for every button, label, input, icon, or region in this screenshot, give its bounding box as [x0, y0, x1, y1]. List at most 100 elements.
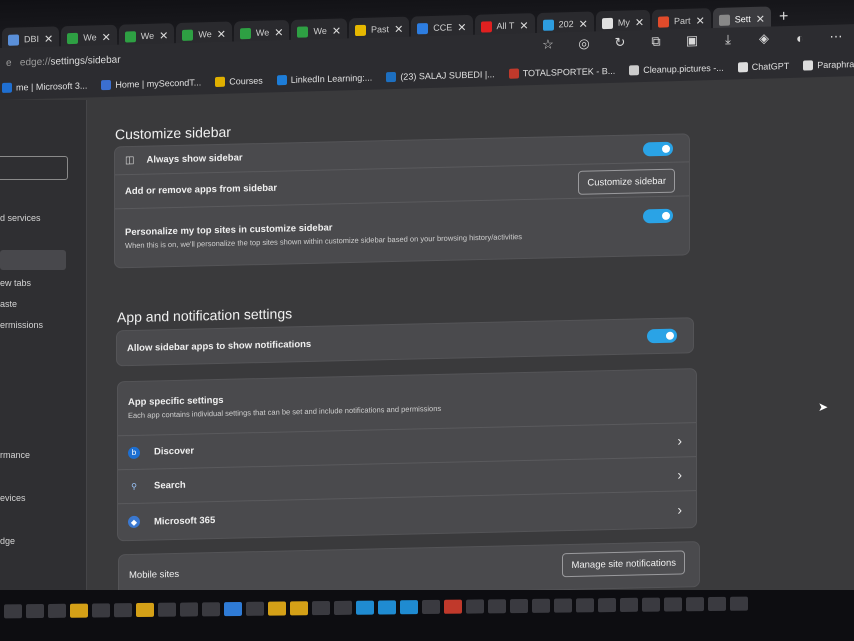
always-show-toggle[interactable] — [643, 141, 673, 157]
favorite-item[interactable]: LinkedIn Learning:... — [276, 73, 372, 86]
tab-close-icon[interactable]: ✕ — [217, 27, 226, 40]
nav-item[interactable]: ew tabs — [0, 278, 31, 288]
taskbar-app-icon[interactable] — [708, 596, 726, 612]
allow-notifications-toggle[interactable] — [647, 328, 677, 344]
taskbar-app-icon[interactable] — [620, 597, 638, 612]
tab-favicon-icon — [601, 17, 613, 29]
extension-icon[interactable]: ◎ — [576, 35, 592, 51]
taskbar-app-icon[interactable] — [488, 599, 506, 614]
taskbar-app-icon[interactable] — [334, 600, 352, 615]
personalize-toggle[interactable] — [643, 208, 673, 224]
taskbar-app-icon[interactable] — [554, 598, 572, 613]
favorite-label: Paraphrasing Tool |... — [817, 58, 854, 71]
favorite-item[interactable]: Paraphrasing Tool |... — [803, 58, 854, 71]
profile-icon[interactable]: ◐ — [792, 30, 808, 45]
manage-site-notifications-button[interactable]: Manage site notifications — [562, 550, 685, 578]
collections-icon[interactable]: ⧉ — [648, 33, 664, 49]
taskbar-app-icon[interactable] — [598, 598, 616, 613]
address-url[interactable]: e edge://settings/sidebar — [6, 54, 121, 68]
allow-notifications-card[interactable]: Allow sidebar apps to show notifications — [117, 318, 693, 366]
tab-close-icon[interactable]: ✕ — [635, 16, 644, 29]
favorite-favicon-icon — [276, 74, 287, 86]
nav-item[interactable]: evices — [0, 493, 26, 503]
nav-item[interactable]: dge — [0, 536, 15, 546]
nav-item[interactable]: aste — [0, 299, 17, 309]
customize-sidebar-button[interactable]: Customize sidebar — [578, 168, 675, 195]
taskbar-app-icon[interactable] — [576, 598, 594, 613]
tab-close-icon[interactable]: ✕ — [756, 12, 765, 25]
taskbar-app-icon[interactable] — [422, 599, 440, 615]
refresh-icon[interactable]: ↻ — [612, 34, 628, 50]
tab-label: We — [83, 32, 97, 43]
tab-close-icon[interactable]: ✕ — [159, 29, 168, 42]
favorite-item[interactable]: (23) SALAJ SUBEDI |... — [386, 69, 495, 83]
favorite-item[interactable]: me | Microsoft 3... — [2, 81, 87, 93]
tab-close-icon[interactable]: ✕ — [44, 32, 53, 45]
taskbar-app-icon[interactable] — [686, 597, 704, 612]
nav-item[interactable]: ermissions — [0, 320, 43, 330]
allow-notifications-label: Allow sidebar apps to show notifications — [127, 338, 312, 354]
taskbar-app-icon[interactable] — [312, 601, 330, 616]
tab-favicon-icon — [417, 22, 429, 34]
tab-close-icon[interactable]: ✕ — [579, 17, 588, 30]
taskbar-app-icon[interactable] — [532, 598, 550, 613]
toolbar-icons: ☆ ◎ ↻ ⧉ ▣ ⤓ ◈ ◐ ⋯ — [540, 28, 844, 52]
tab-close-icon[interactable]: ✕ — [332, 24, 341, 37]
tab-close-icon[interactable]: ✕ — [102, 30, 111, 43]
allow-notifications-row[interactable]: Allow sidebar apps to show notifications — [117, 318, 693, 365]
taskbar-app-icon[interactable] — [4, 604, 22, 619]
personalize-row[interactable]: Personalize my top sites in customize si… — [115, 196, 689, 267]
taskbar-app-icon[interactable] — [642, 597, 660, 612]
taskbar-app-icon[interactable] — [92, 603, 110, 618]
taskbar-app-icon[interactable] — [510, 598, 528, 614]
menu-icon[interactable]: ⋯ — [828, 28, 844, 44]
taskbar-app-icon[interactable] — [290, 601, 308, 616]
taskbar-app-icon[interactable] — [48, 603, 66, 618]
tab-close-icon[interactable]: ✕ — [457, 20, 466, 33]
taskbar-app-icon[interactable] — [26, 604, 44, 619]
tab-favicon-icon — [355, 24, 367, 36]
tab-label: Part — [674, 15, 691, 27]
new-tab-icon[interactable]: + — [779, 8, 788, 26]
favorite-label: ChatGPT — [751, 60, 790, 73]
taskbar-app-icon[interactable] — [180, 602, 198, 617]
favorite-item[interactable]: ChatGPT — [737, 60, 790, 73]
favorite-item[interactable]: Cleanup.pictures -... — [629, 63, 724, 76]
taskbar-app-icon[interactable] — [664, 597, 682, 612]
favorite-item[interactable]: TOTALSPORTEK - B... — [508, 66, 615, 79]
taskbar-app-icon[interactable] — [268, 601, 286, 616]
taskbar-app-icon[interactable] — [466, 599, 484, 614]
taskbar-app-icon[interactable] — [202, 602, 220, 617]
taskbar-app-icon[interactable] — [136, 602, 154, 618]
taskbar-app-icon[interactable] — [444, 599, 462, 614]
taskbar-app-icon[interactable] — [224, 601, 242, 617]
tab-favicon-icon — [658, 15, 670, 28]
nav-item[interactable]: d services — [0, 213, 41, 223]
settings-search-input[interactable] — [0, 156, 68, 180]
taskbar-app-icon[interactable] — [730, 596, 748, 611]
sidebar-icon: ◫ — [125, 154, 135, 167]
tab-close-icon[interactable]: ✕ — [519, 19, 528, 32]
favorite-item[interactable]: Home | mySecondT... — [101, 77, 201, 91]
tab-favicon-icon — [297, 25, 309, 38]
taskbar-app-icon[interactable] — [70, 603, 88, 618]
favorite-star-icon[interactable]: ☆ — [540, 36, 556, 52]
tab-label: We — [255, 27, 270, 38]
taskbar-app-icon[interactable] — [356, 600, 374, 615]
tab-close-icon[interactable]: ✕ — [394, 22, 403, 35]
favorite-label: (23) SALAJ SUBEDI |... — [400, 69, 495, 82]
tab-close-icon[interactable]: ✕ — [696, 14, 705, 27]
taskbar-app-icon[interactable] — [246, 601, 264, 616]
taskbar-app-icon[interactable] — [378, 600, 396, 615]
taskbar-app-icon[interactable] — [114, 603, 132, 618]
download-icon[interactable]: ⤓ — [720, 31, 736, 47]
favorite-item[interactable]: Courses — [215, 76, 263, 87]
tab-label: We — [313, 25, 327, 37]
tab-close-icon[interactable]: ✕ — [274, 26, 283, 39]
nav-item[interactable]: rmance — [0, 450, 30, 460]
taskbar-app-icon[interactable] — [158, 602, 176, 617]
taskbar-app-icon[interactable] — [400, 600, 418, 615]
tab-label: Sett — [734, 14, 751, 25]
copilot-icon[interactable]: ◈ — [756, 30, 772, 46]
tab-actions-icon[interactable]: ▣ — [684, 32, 700, 48]
